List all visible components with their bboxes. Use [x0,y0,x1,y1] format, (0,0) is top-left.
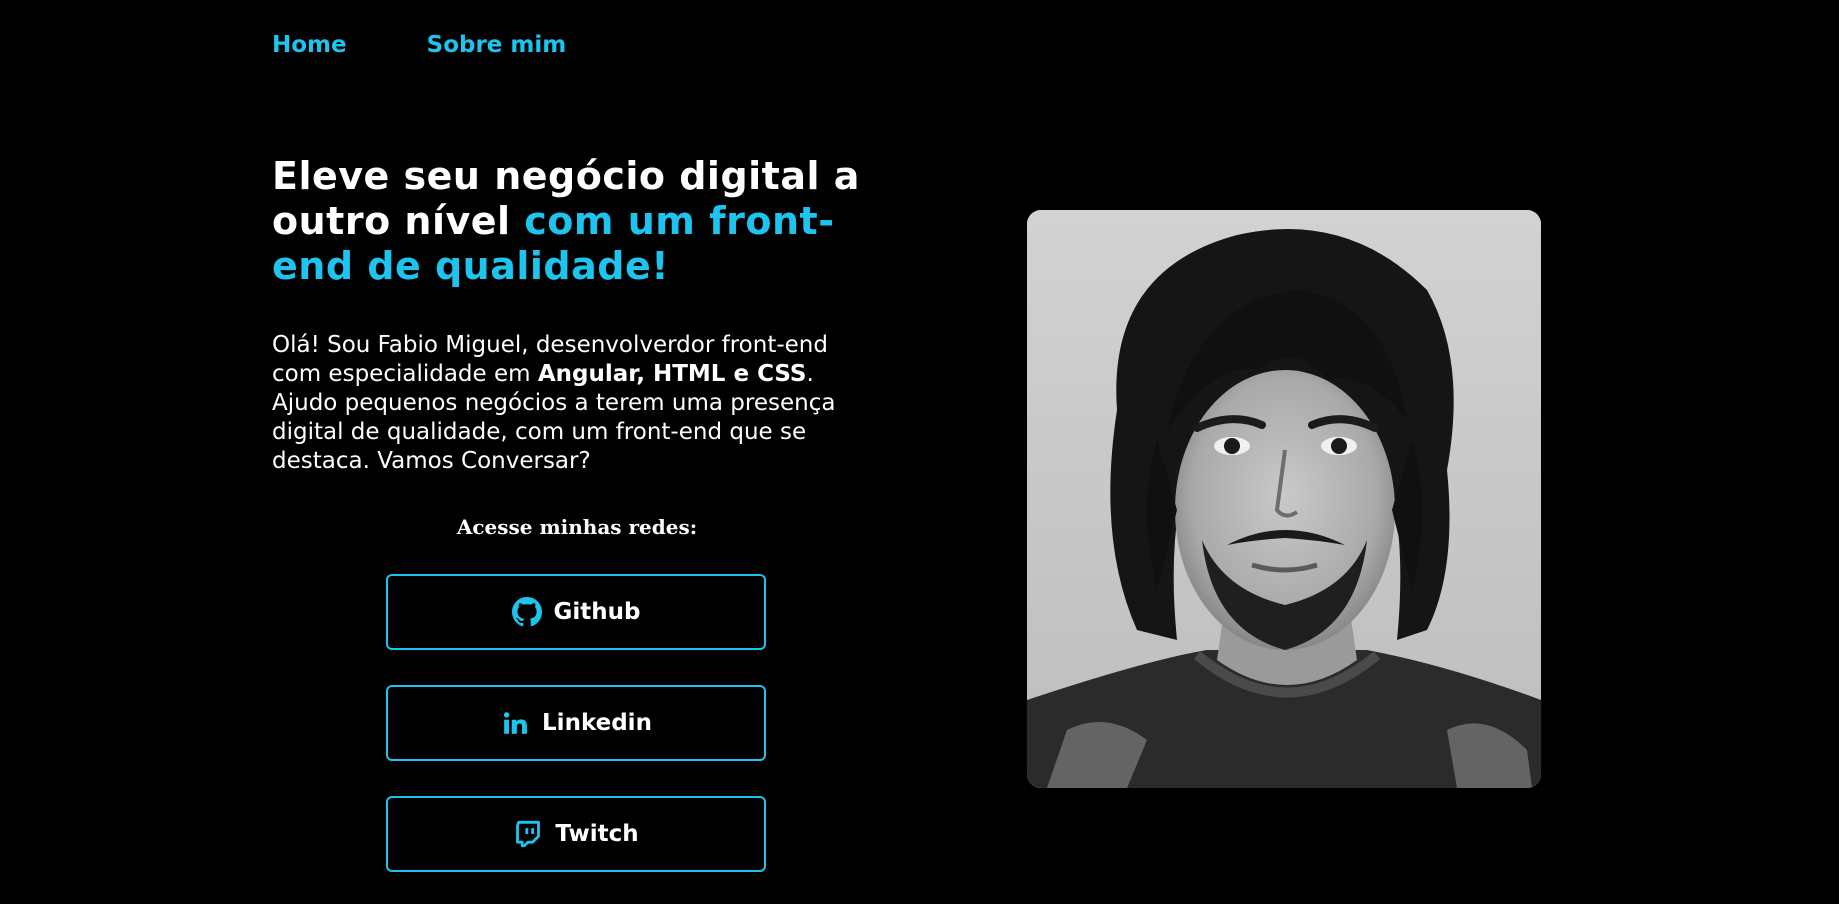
linkedin-label: Linkedin [542,710,652,736]
nav-about-link[interactable]: Sobre mim [427,32,567,58]
hero-intro: Olá! Sou Fabio Miguel, desenvolverdor fr… [272,331,872,476]
page: Home Sobre mim Eleve seu negócio digital… [0,0,1839,904]
twitch-button[interactable]: Twitch [386,796,766,872]
portrait-illustration [1027,210,1541,788]
linkedin-button[interactable]: Linkedin [386,685,766,761]
profile-photo [1027,210,1541,788]
linkedin-icon [500,708,530,738]
nav-home-link[interactable]: Home [272,32,347,58]
twitch-icon [513,819,543,849]
hero-section: Eleve seu negócio digital a outro nível … [272,154,892,499]
github-button[interactable]: Github [386,574,766,650]
intro-skills: Angular, HTML e CSS [537,361,807,387]
github-label: Github [553,599,641,625]
social-title: Acesse minhas redes: [456,515,698,539]
hero-headline: Eleve seu negócio digital a outro nível … [272,154,892,289]
top-nav: Home Sobre mim [272,32,566,58]
github-icon [511,597,542,627]
twitch-label: Twitch [555,821,639,847]
